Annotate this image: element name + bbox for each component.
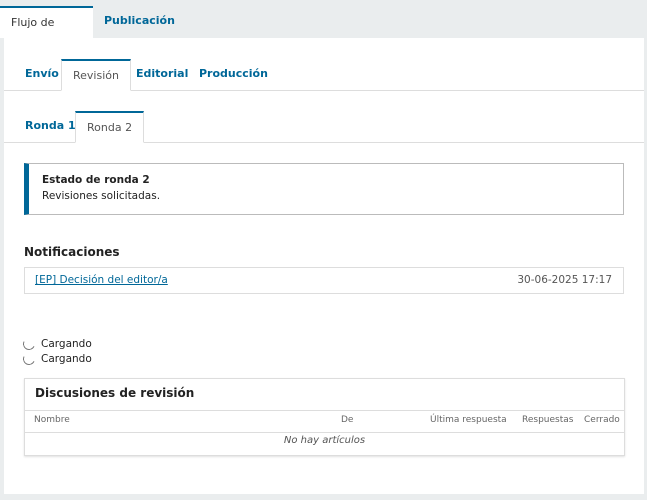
round-status: Estado de ronda 2 Revisiones solicitadas… (24, 163, 624, 215)
column-from: De (341, 415, 354, 425)
loading-label: Cargando (41, 338, 92, 350)
column-name: Nombre (34, 415, 70, 425)
loading-label: Cargando (41, 353, 92, 365)
review-discussions: Discusiones de revisión Nombre De Última… (24, 378, 625, 456)
tab-round-2[interactable]: Ronda 2 (75, 111, 145, 143)
column-replies: Respuestas (522, 415, 574, 425)
column-last-reply: Última respuesta (430, 415, 507, 425)
notifications-heading: Notificaciones (24, 245, 120, 259)
stage-tabs: Envío Revisión Editorial Producción (4, 59, 644, 91)
column-closed: Cerrado (584, 415, 620, 425)
round-tabs: Ronda 1 Ronda 2 (4, 111, 644, 143)
round-status-title: Estado de ronda 2 (42, 174, 150, 186)
loading-indicator: Cargando (21, 336, 92, 352)
spinner-icon (21, 336, 37, 352)
spinner-icon (21, 351, 37, 367)
top-tabs: Flujo de trabajo Publicación (0, 0, 647, 59)
discussions-empty: No hay artículos (283, 435, 366, 446)
notification-link[interactable]: [EP] Decisión del editor/a (35, 274, 168, 286)
tab-production[interactable]: Producción (188, 59, 279, 90)
discussions-header-row: Nombre De Última respuesta Respuestas Ce… (25, 410, 624, 433)
tab-review[interactable]: Revisión (61, 59, 131, 91)
discussions-title: Discusiones de revisión (35, 386, 195, 400)
notification-date: 30-06-2025 17:17 (517, 274, 612, 286)
loading-indicator: Cargando (21, 351, 92, 367)
tab-workflow[interactable]: Flujo de trabajo (0, 6, 93, 59)
workflow-panel: Envío Revisión Editorial Producción Rond… (4, 38, 644, 494)
tab-publication[interactable]: Publicación (93, 6, 186, 38)
notification-item: [EP] Decisión del editor/a 30-06-2025 17… (24, 267, 624, 294)
round-status-text: Revisiones solicitadas. (42, 190, 161, 202)
